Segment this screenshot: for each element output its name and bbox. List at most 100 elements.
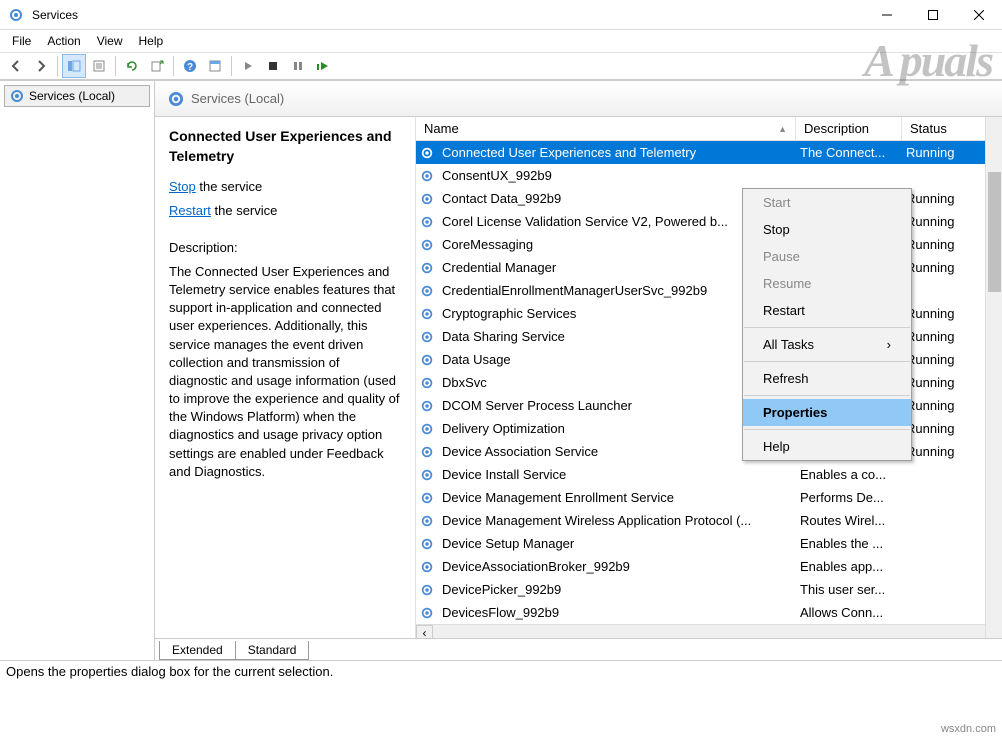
tab-extended[interactable]: Extended	[159, 641, 236, 660]
service-description: Enables app...	[796, 559, 902, 574]
service-row[interactable]: Device Setup ManagerEnables the ...	[416, 532, 1002, 555]
sidebar-item-label: Services (Local)	[29, 89, 115, 103]
service-row[interactable]: Device Management Enrollment ServicePerf…	[416, 486, 1002, 509]
horizontal-scrollbar[interactable]: ‹ ›	[416, 624, 1002, 638]
pause-button[interactable]	[286, 54, 310, 78]
refresh-button[interactable]	[120, 54, 144, 78]
close-button[interactable]	[956, 0, 1002, 30]
service-row[interactable]: Data Sharing ServiceRunning	[416, 325, 1002, 348]
service-description: Enables the ...	[796, 536, 902, 551]
gear-icon	[416, 284, 438, 298]
service-row[interactable]: Cryptographic ServicesRunning	[416, 302, 1002, 325]
context-help[interactable]: Help	[743, 433, 911, 460]
service-row[interactable]: DevicePicker_992b9This user ser...	[416, 578, 1002, 601]
list-header: Name▲ Description Status	[416, 117, 1002, 141]
gear-icon	[416, 514, 438, 528]
stop-button[interactable]	[261, 54, 285, 78]
service-name: Device Install Service	[438, 467, 796, 482]
menubar: File Action View Help	[0, 30, 1002, 52]
export-button[interactable]	[145, 54, 169, 78]
menu-help[interactable]: Help	[131, 32, 172, 50]
context-stop[interactable]: Stop	[743, 216, 911, 243]
service-row[interactable]: DbxSvcRunning	[416, 371, 1002, 394]
context-pause[interactable]: Pause	[743, 243, 911, 270]
service-row[interactable]: CredentialEnrollmentManagerUserSvc_992b9	[416, 279, 1002, 302]
export-list-button[interactable]	[87, 54, 111, 78]
gear-icon	[416, 537, 438, 551]
service-row[interactable]: Data UsageRunning	[416, 348, 1002, 371]
service-name: DeviceAssociationBroker_992b9	[438, 559, 796, 574]
gear-icon	[416, 146, 438, 160]
sidebar-item-services-local[interactable]: Services (Local)	[4, 85, 150, 107]
restart-link[interactable]: Restart	[169, 203, 211, 218]
back-button[interactable]	[4, 54, 28, 78]
service-description: Performs De...	[796, 490, 902, 505]
scrollbar-thumb[interactable]	[988, 172, 1001, 292]
menu-view[interactable]: View	[89, 32, 131, 50]
service-row[interactable]: Credential ManagerRunning	[416, 256, 1002, 279]
service-row[interactable]: ConsentUX_992b9	[416, 164, 1002, 187]
gear-icon	[416, 330, 438, 344]
properties-toolbar-button[interactable]	[203, 54, 227, 78]
menu-action[interactable]: Action	[39, 32, 88, 50]
context-restart[interactable]: Restart	[743, 297, 911, 324]
sidebar: Services (Local)	[0, 81, 155, 660]
service-row[interactable]: Delivery OptimizationRunning	[416, 417, 1002, 440]
context-refresh[interactable]: Refresh	[743, 365, 911, 392]
service-description: Enables a co...	[796, 467, 902, 482]
gear-icon	[416, 169, 438, 183]
context-menu: Start Stop Pause Resume Restart All Task…	[742, 188, 912, 461]
show-hide-tree-button[interactable]	[62, 54, 86, 78]
service-name: Device Setup Manager	[438, 536, 796, 551]
titlebar: Services	[0, 0, 1002, 30]
context-all-tasks[interactable]: All Tasks	[743, 331, 911, 358]
stop-link[interactable]: Stop	[169, 179, 196, 194]
help-button[interactable]: ?	[178, 54, 202, 78]
gear-icon	[416, 583, 438, 597]
forward-button[interactable]	[29, 54, 53, 78]
service-row[interactable]: Device Association ServiceEnables pairi.…	[416, 440, 1002, 463]
column-description[interactable]: Description	[796, 117, 902, 140]
service-row[interactable]: Connected User Experiences and Telemetry…	[416, 141, 1002, 164]
service-name: Device Management Wireless Application P…	[438, 513, 796, 528]
gear-icon	[416, 422, 438, 436]
gear-icon	[416, 376, 438, 390]
service-name: Device Management Enrollment Service	[438, 490, 796, 505]
service-row[interactable]: DCOM Server Process LauncherRunning	[416, 394, 1002, 417]
gear-icon	[416, 606, 438, 620]
scroll-left-button[interactable]: ‹	[416, 625, 433, 639]
gear-icon	[416, 307, 438, 321]
watermark-url: wsxdn.com	[941, 723, 996, 735]
service-row[interactable]: Device Management Wireless Application P…	[416, 509, 1002, 532]
context-resume[interactable]: Resume	[743, 270, 911, 297]
service-name: DevicePicker_992b9	[438, 582, 796, 597]
gear-icon	[416, 560, 438, 574]
svg-text:?: ?	[187, 62, 193, 73]
service-row[interactable]: DevicesFlow_992b9Allows Conn...	[416, 601, 1002, 624]
service-row[interactable]: DeviceAssociationBroker_992b9Enables app…	[416, 555, 1002, 578]
gear-icon	[416, 215, 438, 229]
context-start[interactable]: Start	[743, 189, 911, 216]
column-name[interactable]: Name▲	[416, 117, 796, 140]
content-title: Services (Local)	[191, 91, 284, 106]
gear-icon	[416, 491, 438, 505]
gear-icon	[416, 261, 438, 275]
service-row[interactable]: Contact Data_992b9Running	[416, 187, 1002, 210]
service-title: Connected User Experiences and Telemetry	[169, 127, 401, 166]
minimize-button[interactable]	[864, 0, 910, 30]
statusbar: Opens the properties dialog box for the …	[0, 660, 1002, 682]
service-name: ConsentUX_992b9	[438, 168, 796, 183]
tab-standard[interactable]: Standard	[235, 641, 310, 660]
play-button[interactable]	[236, 54, 260, 78]
maximize-button[interactable]	[910, 0, 956, 30]
restart-toolbar-button[interactable]	[311, 54, 335, 78]
context-properties[interactable]: Properties	[743, 399, 911, 426]
service-row[interactable]: Device Install ServiceEnables a co...	[416, 463, 1002, 486]
service-row[interactable]: CoreMessagingRunning	[416, 233, 1002, 256]
menu-file[interactable]: File	[4, 32, 39, 50]
vertical-scrollbar[interactable]	[985, 117, 1002, 638]
service-description: This user ser...	[796, 582, 902, 597]
gear-icon	[416, 399, 438, 413]
service-description: The Connect...	[796, 145, 902, 160]
service-row[interactable]: Corel License Validation Service V2, Pow…	[416, 210, 1002, 233]
